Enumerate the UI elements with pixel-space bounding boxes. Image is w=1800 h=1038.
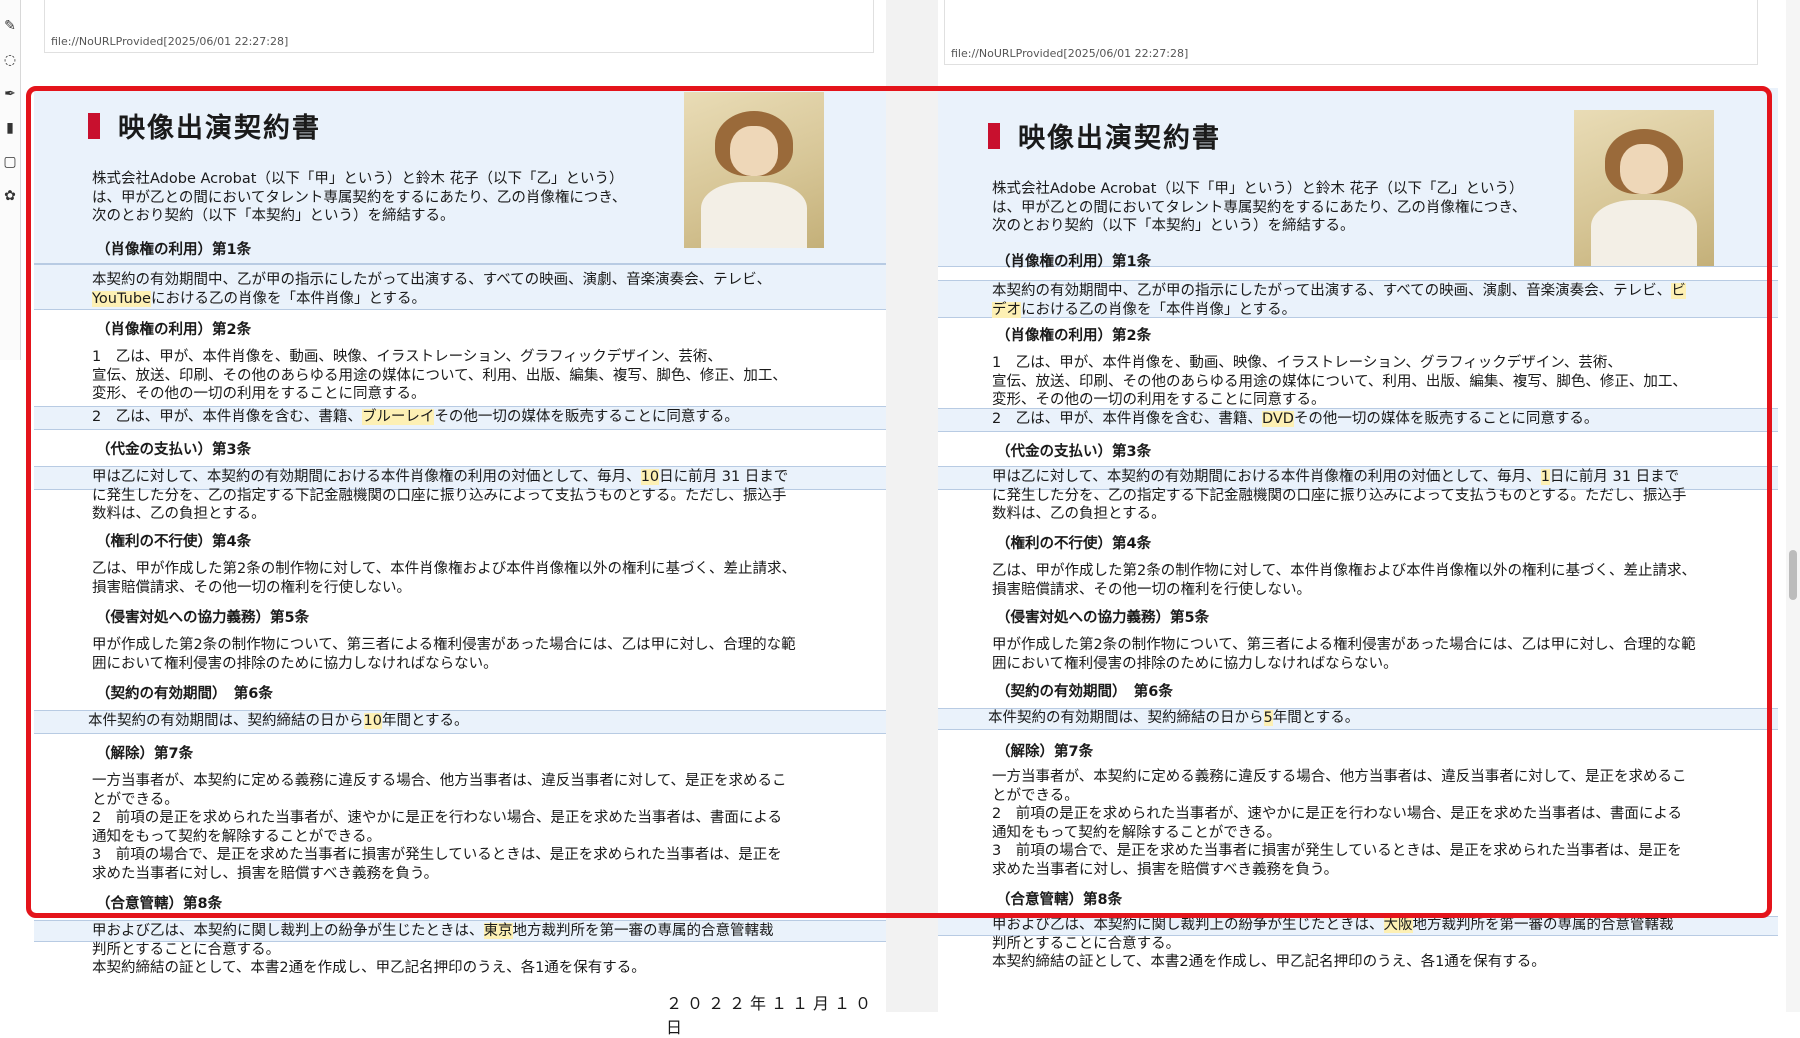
previous-page-left: file://NoURLProvided[2025/06/01 22:27:28… (44, 0, 874, 53)
article-1-text: 本契約の有効期間中、乙が甲の指示にしたがって出演する、すべての映画、演劇、音楽演… (992, 283, 1686, 318)
article-7-text: 一方当事者が、本契約に定める義務に違反する場合、他方当事者は、違反当事者に対して… (92, 773, 787, 882)
changed-text: 大阪 (1383, 917, 1413, 933)
frame-icon[interactable]: ▢ (2, 154, 18, 170)
changed-text: YouTube (92, 290, 151, 307)
page-url-right: file://NoURLProvided[2025/06/01 22:27:28… (951, 47, 1189, 60)
scrollbar-thumb[interactable] (1789, 550, 1797, 600)
changed-text: 5 (1263, 710, 1273, 726)
article-3-text: 甲は乙に対して、本契約の有効期間における本件肖像権の利用の対価として、毎月、1日… (992, 469, 1687, 522)
article-2-text: 1 乙は、甲が、本件肖像を、動画、映像、イラストレーション、グラフィックデザイン… (992, 355, 1687, 408)
article-7-heading: （解除）第7条 (996, 744, 1094, 760)
article-1-heading: （肖像権の利用）第1条 (96, 242, 252, 258)
article-7-text: 一方当事者が、本契約に定める義務に違反する場合、他方当事者は、違反当事者に対して… (992, 769, 1687, 878)
article-5-text: 甲が作成した第2条の制作物について、第三者による権利侵害があった場合には、乙は甲… (992, 637, 1696, 672)
article-1-heading: （肖像権の利用）第1条 (996, 254, 1152, 270)
article-6-heading: （契約の有効期間） 第6条 (996, 684, 1173, 700)
article-4-heading: （権利の不行使）第4条 (996, 536, 1152, 552)
article-8-text: 甲および乙は、本契約に関し裁判上の紛争が生じたときは、東京地方裁判所を第一審の専… (92, 923, 774, 976)
page-gap (886, 0, 938, 1012)
article-2-clause-2: 2 乙は、甲が、本件肖像を含む、書籍、DVDその他一切の媒体を販売することに同意… (992, 411, 1599, 427)
annotation-toolbar: ✎ ◌ ✒ ▮ ▢ ✿ (0, 0, 21, 360)
page-url-left: file://NoURLProvided[2025/06/01 22:27:28… (51, 35, 289, 48)
article-5-heading: （侵害対処への協力義務）第5条 (96, 610, 310, 626)
article-7-heading: （解除）第7条 (96, 746, 194, 762)
article-1-text: 本契約の有効期間中、乙が甲の指示にしたがって出演する、すべての映画、演劇、音楽演… (92, 272, 772, 307)
changed-text: 10 (363, 713, 382, 729)
changed-text: ブルーレイ (361, 409, 435, 425)
article-6-text: 本件契約の有効期間は、契約締結の日から5年間とする。 (988, 710, 1360, 726)
title-mark (88, 112, 100, 139)
contract-date: ２０２２年１１月１０日 (666, 994, 877, 1037)
article-6-heading: （契約の有効期間） 第6条 (96, 686, 273, 702)
intro-paragraph: 株式会社Adobe Acrobat（以下「甲」という）と鈴木 花子（以下「乙」と… (992, 181, 1527, 234)
article-4-text: 乙は、甲が作成した第2条の制作物に対して、本件肖像権および本件肖像権以外の権利に… (92, 561, 797, 596)
article-3-text: 甲は乙に対して、本契約の有効期間における本件肖像権の利用の対価として、毎月、10… (92, 469, 789, 522)
pen-icon[interactable]: ✒ (2, 86, 18, 102)
article-2-heading: （肖像権の利用）第2条 (96, 322, 252, 338)
changed-text: DVD (1261, 411, 1294, 427)
changed-text: 10 (640, 469, 660, 485)
article-8-heading: （合意管轄）第8条 (96, 896, 223, 912)
changed-text: ビ (1671, 283, 1686, 299)
article-5-text: 甲が作成した第2条の制作物について、第三者による権利侵害があった場合には、乙は甲… (92, 637, 796, 672)
stamp-icon[interactable]: ✿ (2, 188, 18, 204)
pencil-icon[interactable]: ✎ (2, 18, 18, 34)
lasso-icon[interactable]: ◌ (2, 52, 18, 68)
document-page-left: 映像出演契約書 株式会社Adobe Acrobat（以下「甲」という）と鈴木 花… (34, 88, 886, 1037)
article-3-heading: （代金の支払い）第3条 (996, 444, 1152, 460)
document-title: 映像出演契約書 (88, 106, 321, 145)
article-8-text: 甲および乙は、本契約に関し裁判上の紛争が生じたときは、大阪地方裁判所を第一審の専… (992, 917, 1674, 970)
article-2-heading: （肖像権の利用）第2条 (996, 328, 1152, 344)
changed-text: デオ (992, 301, 1021, 318)
document-page-right: 映像出演契約書 株式会社Adobe Acrobat（以下「甲」という）と鈴木 花… (938, 88, 1778, 1012)
article-2-clause-2: 2 乙は、甲が、本件肖像を含む、書籍、ブルーレイその他一切の媒体を販売することに… (92, 409, 739, 425)
article-6-text: 本件契約の有効期間は、契約締結の日から10年間とする。 (88, 713, 469, 729)
article-2-text: 1 乙は、甲が、本件肖像を、動画、映像、イラストレーション、グラフィックデザイン… (92, 349, 787, 402)
previous-page-right: file://NoURLProvided[2025/06/01 22:27:28… (944, 0, 1758, 65)
title-mark (988, 122, 1000, 149)
changed-text: 1 (1540, 469, 1550, 485)
portrait-photo (1574, 110, 1714, 266)
article-4-text: 乙は、甲が作成した第2条の制作物に対して、本件肖像権および本件肖像権以外の権利に… (992, 563, 1697, 598)
document-title: 映像出演契約書 (988, 116, 1221, 155)
marker-icon[interactable]: ▮ (2, 120, 18, 136)
article-3-heading: （代金の支払い）第3条 (96, 442, 252, 458)
portrait-photo (684, 92, 824, 248)
article-8-heading: （合意管轄）第8条 (996, 892, 1123, 908)
article-4-heading: （権利の不行使）第4条 (96, 534, 252, 550)
article-5-heading: （侵害対処への協力義務）第5条 (996, 610, 1210, 626)
intro-paragraph: 株式会社Adobe Acrobat（以下「甲」という）と鈴木 花子（以下「乙」と… (92, 171, 627, 224)
changed-text: 東京 (483, 923, 513, 939)
vertical-scrollbar[interactable] (1786, 0, 1800, 1012)
